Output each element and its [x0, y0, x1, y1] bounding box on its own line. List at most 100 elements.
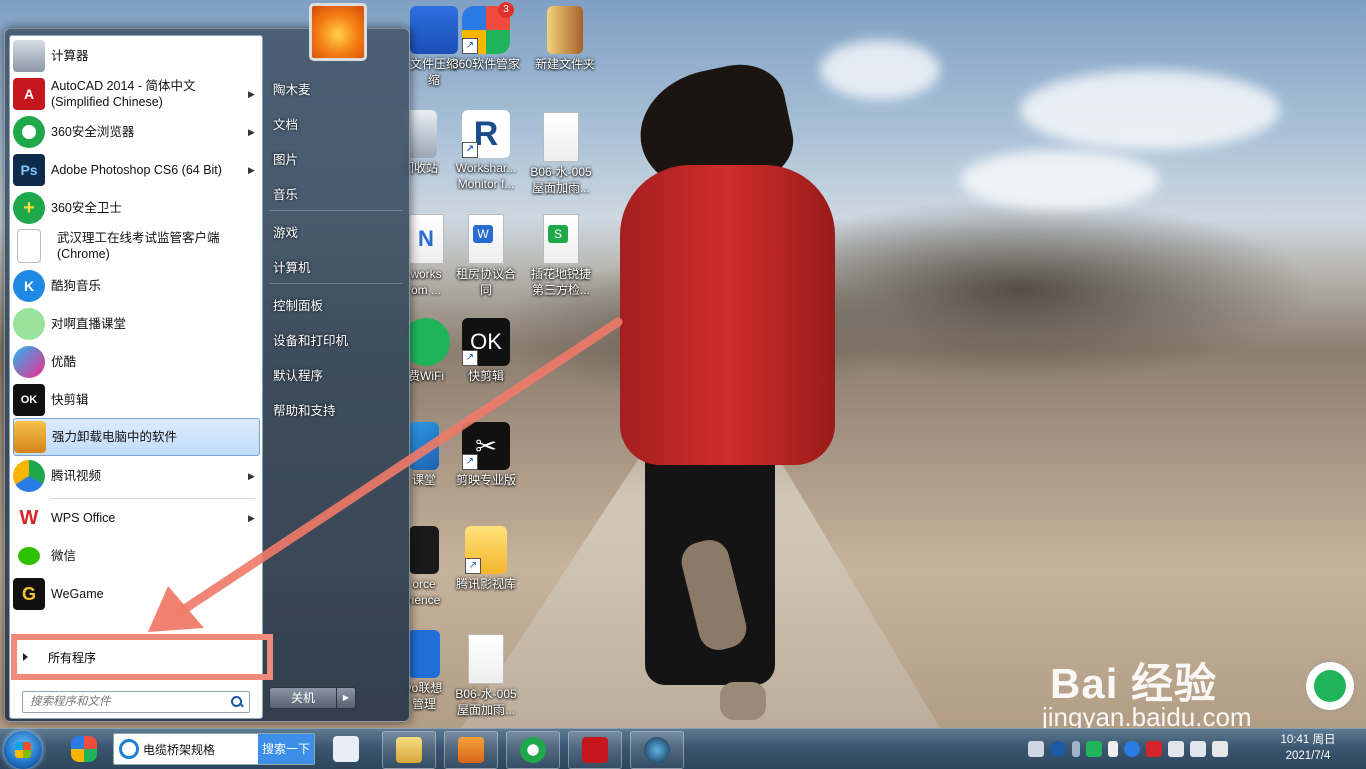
browser-tray-icon[interactable]	[1124, 741, 1140, 757]
program-wegame[interactable]: G WeGame	[13, 576, 258, 612]
desktop-icon-worksharing-monitor[interactable]: R ↗ Workshar... Monitor f...	[450, 110, 522, 192]
start-search-field[interactable]	[22, 691, 250, 713]
desktop-icon-360-software-manager[interactable]: 3 ↗ 360软件管家	[450, 2, 522, 72]
link-devices-printers[interactable]: 设备和打印机	[273, 330, 348, 349]
submenu-arrow-icon: ▶	[248, 470, 255, 481]
autocad-icon: A	[13, 78, 45, 110]
frog-icon	[13, 308, 45, 340]
tencent-folder-icon: ↗	[465, 526, 507, 574]
program-calculator[interactable]: 计算器	[13, 38, 258, 74]
network-icon[interactable]	[1086, 741, 1102, 757]
link-default-programs[interactable]: 默认程序	[273, 365, 323, 384]
link-user-folder[interactable]: 陶木麦	[273, 79, 311, 98]
start-menu: 计算器 A AutoCAD 2014 - 简体中文 (Simplified Chi…	[4, 3, 410, 722]
system-clock[interactable]: 10:41 周日 2021/7/4	[1276, 732, 1340, 764]
device-icon[interactable]	[1168, 741, 1184, 757]
uninstall-icon	[14, 421, 46, 453]
geforce-icon	[409, 526, 439, 574]
program-360-safe[interactable]: + 360安全卫士	[13, 190, 258, 226]
desktop-icon-rental-contract[interactable]: W 租房协议合同	[450, 214, 522, 298]
program-whut-exam-client[interactable]: 武汉理工在线考试监管客户端 (Chrome)	[13, 226, 258, 266]
tray-expand-icon[interactable]	[1072, 741, 1080, 757]
desktop-icon-spreadsheet[interactable]: S 插花地锐捷 第三方检...	[525, 214, 597, 298]
baidu-jingyan-watermark: Bai 经验 jingyan.baidu.com	[1042, 660, 1252, 732]
floating-wifi-icon[interactable]	[1306, 662, 1354, 710]
program-360-browser[interactable]: 360安全浏览器 ▶	[13, 114, 258, 150]
program-duia-live[interactable]: 对啊直播课堂	[13, 306, 258, 342]
calculator-icon	[13, 40, 45, 72]
start-search-input[interactable]	[28, 695, 228, 709]
desktop-icon-kuaijianji[interactable]: OK ↗ 快剪辑	[450, 318, 522, 384]
link-computer[interactable]: 计算机	[273, 257, 311, 276]
help-icon[interactable]	[1050, 741, 1066, 757]
app-icon	[644, 737, 670, 763]
desktop-icon-jianying[interactable]: ✂ ↗ 剪映专业版	[450, 422, 522, 488]
kugou-icon: K	[13, 270, 45, 302]
user-avatar[interactable]	[309, 3, 367, 61]
system-tray	[1028, 737, 1228, 761]
desktop-icon-file-b06-2[interactable]: B06-水-005 屋面加雨...	[450, 634, 522, 718]
taskbar-explorer[interactable]	[382, 731, 436, 769]
desktop-icon-tencent-video-library[interactable]: ↗ 腾讯影视库	[450, 526, 522, 592]
program-uninstaller[interactable]: 强力卸载电脑中的软件	[13, 418, 260, 456]
submenu-arrow-icon: ▶	[248, 126, 255, 137]
taskbar-app[interactable]	[630, 731, 684, 769]
tray-arrow-icon[interactable]	[1108, 741, 1118, 757]
link-help-support[interactable]: 帮助和支持	[273, 400, 336, 419]
360-safe-icon: +	[13, 192, 45, 224]
search-icon[interactable]	[230, 695, 244, 709]
shutdown-button[interactable]: 关机	[269, 687, 337, 709]
folder-icon	[396, 737, 422, 763]
lenovo-icon	[408, 630, 440, 678]
program-wps-office[interactable]: W WPS Office ▶	[13, 500, 258, 536]
program-kuaijianji[interactable]: OK 快剪辑	[13, 382, 258, 418]
program-kugou[interactable]: K 酷狗音乐	[13, 268, 258, 304]
kuaijianji-icon: OK	[13, 384, 45, 416]
taskbar-360-browser[interactable]	[506, 731, 560, 769]
wegame-icon: G	[13, 578, 45, 610]
program-autocad[interactable]: A AutoCAD 2014 - 简体中文 (Simplified Chinese…	[13, 74, 258, 114]
display-icon[interactable]	[1190, 741, 1206, 757]
search-button[interactable]: 搜索一下	[258, 734, 314, 764]
keyboard-icon[interactable]	[1028, 741, 1044, 757]
link-music[interactable]: 音乐	[273, 184, 298, 203]
program-tencent-video[interactable]: 腾讯视频 ▶	[13, 458, 258, 494]
program-wechat[interactable]: 微信	[13, 538, 258, 574]
program-photoshop[interactable]: Ps Adobe Photoshop CS6 (64 Bit) ▶	[13, 152, 258, 188]
folder-icon	[547, 6, 583, 54]
volume-muted-icon[interactable]	[1212, 741, 1228, 757]
file-icon	[468, 634, 504, 684]
desktop-icon-new-folder[interactable]: 新建文件夹	[529, 6, 601, 72]
photoshop-icon: Ps	[13, 154, 45, 186]
taskbar-360-manager[interactable]	[62, 731, 106, 767]
taskbar-media-player[interactable]	[444, 731, 498, 769]
wps-icon: W	[13, 502, 45, 534]
shutdown-options-button[interactable]: ▶	[336, 687, 356, 709]
action-center-icon[interactable]	[1146, 741, 1162, 757]
search-query-text[interactable]: 电缆桥架规格	[143, 741, 258, 758]
classroom-icon	[409, 422, 439, 470]
start-button[interactable]	[4, 731, 42, 769]
link-games[interactable]: 游戏	[273, 222, 298, 241]
link-control-panel[interactable]: 控制面板	[273, 295, 323, 314]
highlight-rectangle	[11, 634, 273, 680]
word-doc-icon: W	[468, 214, 504, 264]
taskbar-snipping-tool[interactable]	[324, 731, 368, 767]
media-player-icon	[458, 737, 484, 763]
browser-search-bar[interactable]: 电缆桥架规格 搜索一下	[113, 733, 315, 765]
program-youku[interactable]: 优酷	[13, 344, 258, 380]
shortcut-arrow-icon: ↗	[462, 38, 478, 54]
submenu-arrow-icon: ▶	[248, 512, 255, 523]
youku-icon	[13, 346, 45, 378]
spreadsheet-icon: S	[543, 214, 579, 264]
360-browser-icon	[520, 737, 546, 763]
link-pictures[interactable]: 图片	[273, 149, 298, 168]
desktop-icon-file-b06-1[interactable]: B06-水-005 屋面加雨...	[525, 112, 597, 196]
submenu-arrow-icon: ▶	[248, 164, 255, 175]
taskbar-autocad[interactable]	[568, 731, 622, 769]
revit-icon: R ↗	[462, 110, 510, 158]
link-documents[interactable]: 文档	[273, 114, 298, 133]
ie-icon	[119, 739, 139, 759]
works-doc-icon: N	[408, 214, 444, 264]
programs-pane: 计算器 A AutoCAD 2014 - 简体中文 (Simplified Chi…	[9, 35, 263, 719]
